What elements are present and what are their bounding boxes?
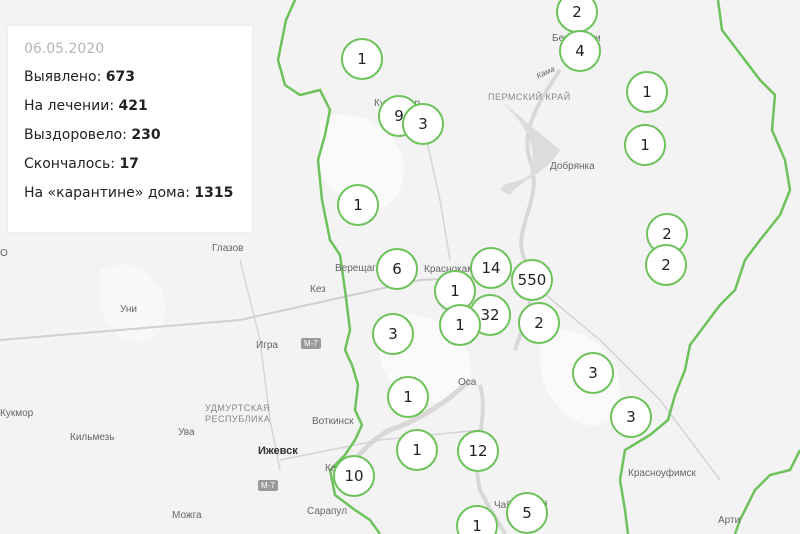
stat-value: 421 [118, 98, 148, 114]
case-marker[interactable]: 10 [333, 455, 375, 497]
place-igra: Игра [256, 340, 278, 351]
region-label-udmurt: УДМУРТСКАЯ РЕСПУБЛИКА [205, 403, 270, 425]
case-marker[interactable]: 2 [518, 302, 560, 344]
case-marker[interactable]: 1 [624, 124, 666, 166]
place-votkinsk: Воткинск [312, 416, 354, 427]
case-marker[interactable]: 550 [511, 259, 553, 301]
stat-label: Выявлено: [24, 69, 102, 85]
place-krasnoufimsk: Красноуфимск [628, 468, 696, 479]
place-arti: Арти [718, 515, 741, 526]
stat-value: 673 [105, 69, 136, 85]
stat-in-treatment: На лечении: 421 [24, 98, 236, 114]
road-shield-m7: M-7 [258, 480, 278, 491]
place-mozhga: Можга [172, 510, 202, 521]
case-marker[interactable]: 6 [376, 248, 418, 290]
map-view[interactable]: ПЕРМСКИЙ КРАЙ УДМУРТСКАЯ РЕСПУБЛИКА Глаз… [0, 0, 800, 534]
stat-label: На «карантине» дома: [24, 185, 190, 201]
place-dobryanka: Добрянка [550, 161, 595, 172]
stat-value: 1315 [194, 185, 234, 201]
case-marker[interactable]: 1 [337, 184, 379, 226]
case-marker[interactable]: 1 [387, 376, 429, 418]
stat-died: Скончалось: 17 [24, 156, 236, 172]
stat-detected: Выявлено: 673 [24, 69, 236, 85]
region-label-udmurt-line2: РЕСПУБЛИКА [205, 414, 271, 424]
stat-label: Выздоровело: [24, 127, 127, 143]
case-marker[interactable]: 2 [645, 244, 687, 286]
case-marker[interactable]: 4 [559, 30, 601, 72]
stat-quarantine: На «карантине» дома: 1315 [24, 185, 236, 201]
road-shield-m7: M-7 [301, 338, 321, 349]
stat-label: На лечении: [24, 98, 115, 114]
place-uva: Ува [178, 427, 195, 438]
place-sarapul: Сарапул [307, 506, 348, 517]
case-marker[interactable]: 14 [470, 247, 512, 289]
region-label-perm: ПЕРМСКИЙ КРАЙ [488, 92, 571, 102]
case-marker[interactable]: 5 [506, 492, 548, 534]
stat-value: 17 [119, 156, 139, 172]
case-marker[interactable]: 3 [610, 396, 652, 438]
case-marker[interactable]: 3 [572, 352, 614, 394]
case-marker[interactable]: 3 [372, 313, 414, 355]
place-izhevsk: Ижевск [258, 445, 298, 457]
case-marker[interactable]: 1 [626, 71, 668, 113]
place-kez: Кез [310, 284, 326, 295]
region-label-udmurt-line1: УДМУРТСКАЯ [205, 403, 270, 413]
place-osa: Оса [458, 377, 477, 388]
stats-panel: 06.05.2020 Выявлено: 673 На лечении: 421… [8, 26, 252, 232]
place-kukmor: Кукмор [0, 408, 34, 419]
place-bbr: О [0, 248, 8, 259]
stats-date: 06.05.2020 [24, 41, 105, 57]
place-uni: Уни [120, 304, 138, 315]
stat-value: 230 [131, 127, 161, 143]
case-marker[interactable]: 1 [341, 38, 383, 80]
case-marker[interactable]: 1 [396, 429, 438, 471]
case-marker[interactable]: 1 [439, 304, 481, 346]
stat-recovered: Выздоровело: 230 [24, 127, 236, 143]
case-marker[interactable]: 3 [402, 103, 444, 145]
case-marker[interactable]: 12 [457, 430, 499, 472]
place-glazov: Глазов [212, 243, 244, 254]
place-kilmez: Кильмезь [70, 432, 115, 443]
stat-label: Скончалось: [24, 156, 115, 172]
